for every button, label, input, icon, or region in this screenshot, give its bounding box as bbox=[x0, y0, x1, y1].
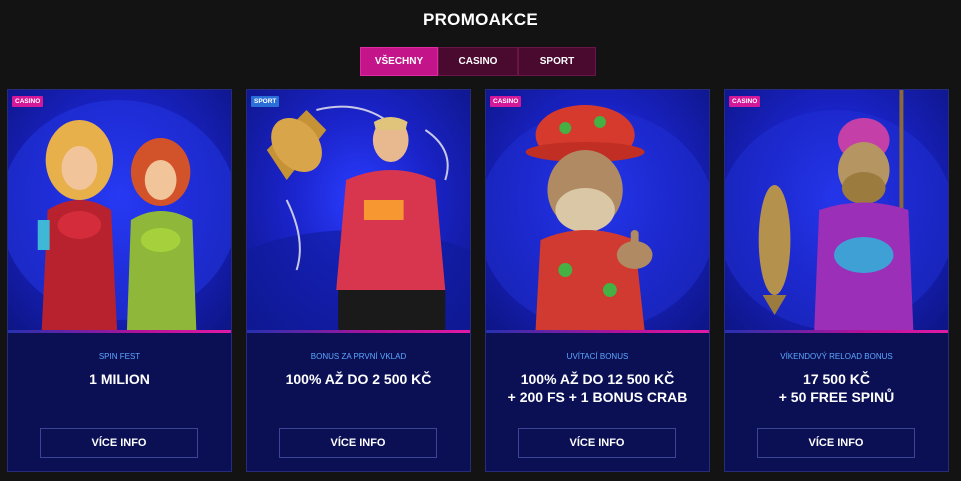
tab-all[interactable]: VŠECHNY bbox=[360, 47, 438, 76]
more-info-button[interactable]: VÍCE INFO bbox=[518, 428, 676, 458]
card-divider bbox=[8, 330, 231, 333]
promo-headline: 100% AŽ DO 12 500 KČ + 200 FS + 1 BONUS … bbox=[507, 371, 688, 405]
promo-image-two-women bbox=[8, 90, 231, 330]
promo-subtitle: VÍKENDOVÝ RELOAD BONUS bbox=[780, 352, 893, 361]
promo-headline: 17 500 KČ + 50 FREE SPINŮ bbox=[778, 371, 895, 405]
promo-image-athlete-trophy bbox=[247, 90, 470, 330]
promo-image-fisherman bbox=[725, 90, 948, 330]
promo-card-spin-fest[interactable]: CASINO SPIN FEST 1 MILION VÍCE INFO bbox=[7, 89, 232, 472]
more-info-button[interactable]: VÍCE INFO bbox=[279, 428, 437, 458]
tab-sport[interactable]: SPORT bbox=[518, 47, 596, 76]
page-title: PROMOAKCE bbox=[422, 10, 539, 29]
card-divider bbox=[247, 330, 470, 333]
badge-casino: CASINO bbox=[490, 96, 522, 107]
filter-tabs: VŠECHNY CASINO SPORT bbox=[360, 47, 596, 76]
more-info-button[interactable]: VÍCE INFO bbox=[40, 428, 198, 458]
more-info-button[interactable]: VÍCE INFO bbox=[757, 428, 915, 458]
promo-headline: 1 MILION bbox=[89, 371, 150, 387]
card-divider bbox=[725, 330, 948, 333]
promo-card-weekend-reload[interactable]: CASINO VÍKENDOVÝ RELOAD BONUS 17 500 KČ … bbox=[724, 89, 949, 472]
badge-sport: SPORT bbox=[251, 96, 280, 107]
promo-subtitle: BONUS ZA PRVNÍ VKLAD bbox=[310, 352, 407, 361]
promo-subtitle: UVÍTACÍ BONUS bbox=[566, 352, 629, 361]
promo-subtitle: SPIN FEST bbox=[98, 352, 141, 361]
badge-casino: CASINO bbox=[12, 96, 44, 107]
promo-card-welcome-bonus[interactable]: CASINO UVÍTACÍ BONUS 100% AŽ DO 12 500 K… bbox=[485, 89, 710, 472]
badge-casino: CASINO bbox=[729, 96, 761, 107]
tab-casino[interactable]: CASINO bbox=[438, 47, 518, 76]
promo-image-old-sailor bbox=[486, 90, 709, 330]
promo-card-first-deposit[interactable]: SPORT BONUS ZA PRVNÍ VKLAD 100% AŽ DO 2 … bbox=[246, 89, 471, 472]
promo-headline: 100% AŽ DO 2 500 KČ bbox=[285, 371, 432, 387]
card-divider bbox=[486, 330, 709, 333]
